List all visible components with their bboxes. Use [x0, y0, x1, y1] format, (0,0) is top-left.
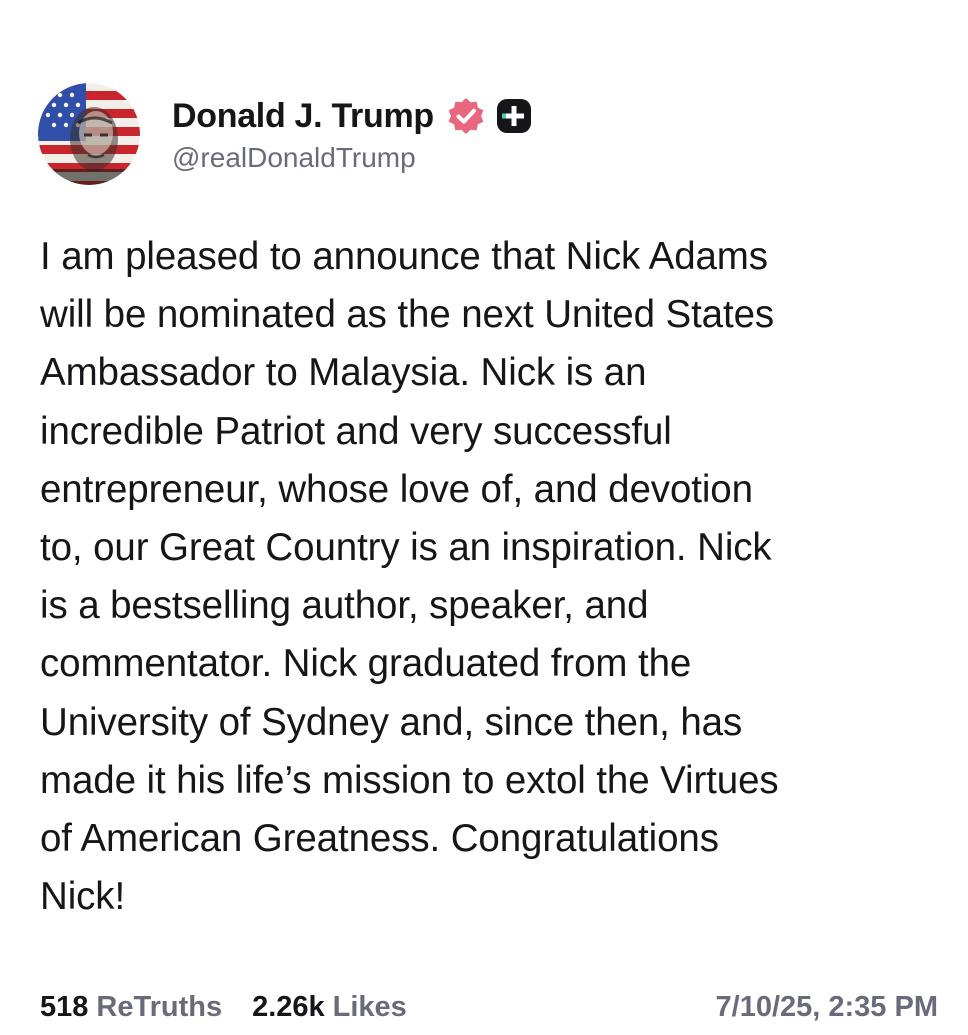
retruths-stat[interactable]: 518 ReTruths: [40, 991, 222, 1024]
avatar[interactable]: [38, 83, 140, 185]
post-timestamp[interactable]: 7/10/25, 2:35 PM: [716, 991, 938, 1024]
retruths-label: ReTruths: [96, 990, 223, 1023]
likes-count: 2.26k: [252, 990, 325, 1023]
truth-plus-badge-icon: [496, 98, 532, 134]
author-handle[interactable]: @realDonaldTrump: [172, 142, 532, 174]
likes-label: Likes: [332, 990, 407, 1023]
retruths-count: 518: [40, 990, 89, 1023]
verified-badge-icon: [446, 96, 486, 136]
author-name-row: Donald J. Trump: [172, 94, 532, 138]
author-identity: Donald J. Trump @realDonaldTrump: [172, 94, 532, 174]
post-body-text: I am pleased to announce that Nick Adams…: [40, 235, 779, 919]
truth-post: Donald J. Trump @realDonaldTrump I am pl…: [0, 0, 968, 1035]
post-footer: 518 ReTruths 2.26k Likes 7/10/25, 2:35 P…: [40, 985, 938, 1029]
avatar-flag-portrait-icon: [38, 83, 140, 185]
author-display-name[interactable]: Donald J. Trump: [172, 97, 434, 136]
likes-stat[interactable]: 2.26k Likes: [252, 991, 407, 1024]
post-header: Donald J. Trump @realDonaldTrump: [38, 82, 532, 186]
